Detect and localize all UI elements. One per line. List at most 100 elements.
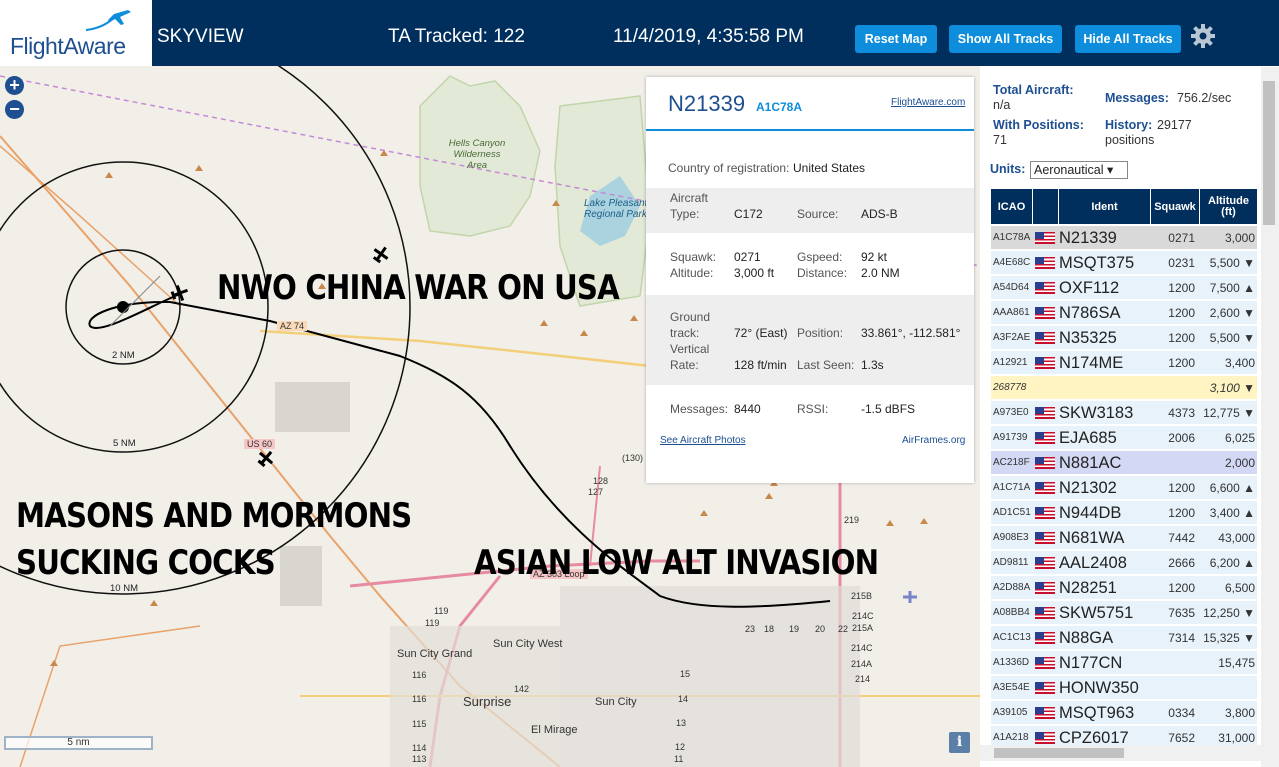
show-all-tracks-button[interactable]: Show All Tracks [949, 25, 1062, 53]
route-number: 18 [764, 624, 775, 634]
table-row[interactable]: AD9811 AAL2408 2666 6,200 ▲ [991, 551, 1257, 575]
route-number: 20 [815, 624, 826, 634]
country-flag-cell [1035, 576, 1057, 600]
table-row[interactable]: A3E54E HONW350 [991, 676, 1257, 700]
overlay-caption: SUCKING COCKS [16, 543, 276, 583]
column-header-flag[interactable] [1033, 189, 1059, 224]
road-shield: AZ 74 [277, 321, 308, 331]
ident-cell: N944DB [1059, 504, 1122, 522]
map-scale-bar: 5 nm [4, 736, 153, 750]
aircraft-photos-link[interactable]: See Aircraft Photos [660, 435, 746, 446]
table-row[interactable]: A2D88A N28251 1200 6,500 [991, 576, 1257, 600]
us-flag-icon [1035, 482, 1055, 494]
icao-cell: A39105 [993, 707, 1028, 718]
messages-value: 8440 [734, 402, 761, 416]
distance-value: 2.0 NM [861, 266, 900, 280]
route-number: 119 [434, 606, 449, 616]
route-number: 113 [412, 754, 427, 764]
vertical-scrollbar[interactable] [1261, 67, 1279, 767]
country-flag-cell [1035, 401, 1057, 425]
table-row[interactable]: A908E3 N681WA 7442 43,000 [991, 526, 1257, 550]
place-label: El Mirage [531, 724, 578, 736]
table-row[interactable]: AC1C13 N88GA 7314 15,325 ▼ [991, 626, 1257, 650]
table-row[interactable]: AAA861 N786SA 1200 2,600 ▼ [991, 301, 1257, 325]
us-flag-icon [1035, 657, 1055, 669]
ident-cell: N681WA [1059, 529, 1125, 547]
airport-icon [903, 591, 917, 603]
rssi-label: RSSI: [797, 402, 829, 416]
ident-cell: MSQT963 [1059, 704, 1135, 722]
history-label: History: [1105, 118, 1153, 132]
column-header-altitude[interactable]: Altitude (ft) [1200, 189, 1257, 224]
gear-icon[interactable] [1190, 23, 1216, 49]
table-header: ICAO Ident Squawk Altitude (ft) [991, 189, 1257, 224]
ident-cell: N177CN [1059, 654, 1123, 672]
icao-cell: A3F2AE [993, 332, 1031, 343]
table-row[interactable]: AD1C51 N944DB 1200 3,400 ▲ [991, 501, 1257, 525]
altitude-cell: 6,500 [1224, 581, 1255, 595]
map-info-button[interactable]: i [949, 732, 970, 753]
squawk-cell: 2006 [1168, 431, 1195, 445]
zoom-out-button[interactable]: − [5, 100, 24, 119]
source-label: Source: [797, 207, 839, 221]
icao-cell: A2D88A [993, 582, 1031, 593]
route-number: 214C [852, 611, 874, 621]
icao-cell: A908E3 [993, 532, 1029, 543]
squawk-cell: 1200 [1168, 306, 1195, 320]
horizontal-scrollbar[interactable] [980, 745, 1261, 761]
column-header-squawk[interactable]: Squawk [1151, 189, 1200, 224]
table-row[interactable]: A1C71A N21302 1200 6,600 ▲ [991, 476, 1257, 500]
table-row[interactable]: A973E0 SKW3183 4373 12,775 ▼ [991, 401, 1257, 425]
airframes-link[interactable]: AirFrames.org [902, 435, 965, 446]
ident-cell: N881AC [1059, 454, 1122, 472]
altitude-header-line1: Altitude [1208, 194, 1249, 207]
scrollbar-thumb[interactable] [1263, 81, 1275, 225]
icao-cell: 268778 [993, 382, 1027, 393]
reset-map-button[interactable]: Reset Map [855, 25, 937, 53]
header-bar: FlightAware SKYVIEW TA Tracked: 122 11/4… [0, 0, 1279, 66]
hide-all-tracks-button[interactable]: Hide All Tracks [1075, 25, 1181, 53]
place-label: Lake Pleasant Regional Park [584, 198, 648, 220]
altitude-cell: 6,600 ▲ [1209, 481, 1255, 495]
us-flag-icon [1035, 607, 1055, 619]
gspeed-label: Gspeed: [797, 250, 843, 264]
table-row[interactable]: A91739 EJA685 2006 6,025 [991, 426, 1257, 450]
scrollbar-thumb[interactable] [994, 748, 1124, 758]
table-row[interactable]: 268778 3,100 ▼ [991, 376, 1257, 400]
table-row[interactable]: A1C78A N21339 0271 3,000 [991, 226, 1257, 250]
table-row[interactable]: A08BB4 SKW5751 7635 12,250 ▼ [991, 601, 1257, 625]
units-select[interactable]: Aeronautical ▾ [1030, 161, 1128, 179]
us-flag-icon [1035, 232, 1055, 244]
country-flag-cell [1035, 676, 1057, 700]
route-number: 215B [851, 591, 873, 601]
table-row[interactable]: A3F2AE N35325 1200 5,500 ▼ [991, 326, 1257, 350]
country-flag-cell [1035, 276, 1057, 300]
column-header-ident[interactable]: Ident [1059, 189, 1151, 224]
flightaware-link[interactable]: FlightAware.com [891, 97, 965, 108]
altitude-cell: 3,400 [1224, 356, 1255, 370]
route-number: 142 [514, 684, 530, 694]
route-number: 116 [412, 694, 427, 704]
squawk-cell: 1200 [1168, 506, 1195, 520]
squawk-cell: 0334 [1168, 706, 1195, 720]
table-row[interactable]: AC218F N881AC 2,000 [991, 451, 1257, 475]
column-header-icao[interactable]: ICAO [991, 189, 1033, 224]
squawk-cell: 1200 [1168, 281, 1195, 295]
table-row[interactable]: A39105 MSQT963 0334 3,800 [991, 701, 1257, 725]
icao-cell: AD9811 [993, 557, 1029, 568]
country-flag-cell [1035, 551, 1057, 575]
table-row[interactable]: A12921 N174ME 1200 3,400 [991, 351, 1257, 375]
table-row[interactable]: A4E68C MSQT375 0231 5,500 ▼ [991, 251, 1257, 275]
table-row[interactable]: A1336D N177CN 15,475 [991, 651, 1257, 675]
rssi-value: -1.5 dBFS [861, 402, 916, 416]
altitude-cell: 3,800 [1224, 706, 1255, 720]
altitude-cell: 2,000 [1224, 456, 1255, 470]
route-number: 114 [412, 743, 427, 753]
table-row[interactable]: A54D64 OXF112 1200 7,500 ▲ [991, 276, 1257, 300]
aircraft-type-label: Aircraft [670, 191, 709, 205]
us-flag-icon [1035, 707, 1055, 719]
ident-cell: HONW350 [1059, 679, 1139, 697]
flightaware-logo[interactable]: FlightAware [0, 0, 152, 66]
zoom-in-button[interactable]: + [5, 76, 24, 95]
route-number: 12 [675, 742, 686, 752]
